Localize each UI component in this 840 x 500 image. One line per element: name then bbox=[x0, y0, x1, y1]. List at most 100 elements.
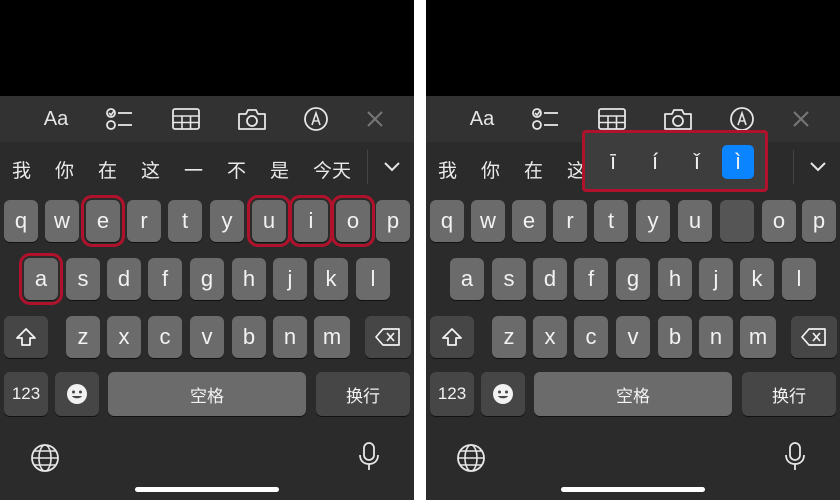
key-p[interactable]: p bbox=[376, 200, 410, 242]
shift-key[interactable] bbox=[4, 316, 48, 358]
globe-icon[interactable] bbox=[455, 442, 487, 474]
key-w[interactable]: w bbox=[471, 200, 505, 242]
candidate-word[interactable]: 是 bbox=[270, 156, 289, 183]
key-i-pressed[interactable] bbox=[720, 200, 754, 242]
key-z[interactable]: z bbox=[66, 316, 100, 358]
key-t[interactable]: t bbox=[594, 200, 628, 242]
markup-button[interactable] bbox=[298, 105, 334, 133]
key-t[interactable]: t bbox=[168, 200, 202, 242]
delete-key[interactable] bbox=[365, 316, 411, 358]
candidate-word[interactable]: 这 bbox=[141, 156, 160, 183]
camera-button[interactable] bbox=[660, 105, 696, 133]
space-key[interactable]: 空格 bbox=[108, 372, 306, 416]
key-j[interactable]: j bbox=[273, 258, 307, 300]
checklist-button[interactable] bbox=[528, 105, 564, 133]
key-d[interactable]: d bbox=[533, 258, 567, 300]
key-q[interactable]: q bbox=[4, 200, 38, 242]
return-key[interactable]: 换行 bbox=[316, 372, 410, 416]
tone-mark-popup: ī í ǐ ì bbox=[582, 130, 768, 192]
candidate-word[interactable]: 在 bbox=[98, 156, 117, 183]
key-v[interactable]: v bbox=[190, 316, 224, 358]
key-j[interactable]: j bbox=[699, 258, 733, 300]
table-button[interactable] bbox=[594, 105, 630, 133]
key-b[interactable]: b bbox=[658, 316, 692, 358]
key-x[interactable]: x bbox=[107, 316, 141, 358]
shift-key[interactable] bbox=[430, 316, 474, 358]
key-k[interactable]: k bbox=[740, 258, 774, 300]
key-s[interactable]: s bbox=[492, 258, 526, 300]
key-o[interactable]: o bbox=[331, 195, 375, 247]
candidate-word[interactable]: 在 bbox=[524, 156, 543, 183]
emoji-key[interactable] bbox=[55, 372, 99, 416]
camera-icon bbox=[664, 109, 692, 130]
candidate-word[interactable]: 我 bbox=[12, 156, 31, 183]
candidate-word[interactable]: 今天 bbox=[313, 156, 351, 183]
key-l[interactable]: l bbox=[356, 258, 390, 300]
text-format-button[interactable]: Aa bbox=[464, 105, 500, 133]
key-d[interactable]: d bbox=[107, 258, 141, 300]
tone-option-fourth-selected[interactable]: ì bbox=[722, 145, 754, 179]
candidate-word[interactable]: 你 bbox=[55, 156, 74, 183]
space-key[interactable]: 空格 bbox=[534, 372, 732, 416]
delete-key[interactable] bbox=[791, 316, 837, 358]
camera-button[interactable] bbox=[234, 105, 270, 133]
key-m[interactable]: m bbox=[740, 316, 776, 358]
key-o[interactable]: o bbox=[762, 200, 796, 242]
key-f[interactable]: f bbox=[148, 258, 182, 300]
key-v[interactable]: v bbox=[616, 316, 650, 358]
key-b[interactable]: b bbox=[232, 316, 266, 358]
key-y[interactable]: y bbox=[636, 200, 670, 242]
text-format-button[interactable]: Aa bbox=[38, 105, 74, 133]
tone-option-first[interactable]: ī bbox=[597, 145, 629, 179]
table-button[interactable] bbox=[168, 105, 204, 133]
key-z[interactable]: z bbox=[492, 316, 526, 358]
microphone-icon[interactable] bbox=[779, 440, 811, 472]
key-m[interactable]: m bbox=[314, 316, 350, 358]
key-n[interactable]: n bbox=[699, 316, 733, 358]
key-g[interactable]: g bbox=[190, 258, 224, 300]
close-toolbar-button[interactable] bbox=[783, 105, 819, 133]
microphone-icon[interactable] bbox=[353, 440, 385, 472]
key-u[interactable]: u bbox=[678, 200, 712, 242]
key-e[interactable]: e bbox=[512, 200, 546, 242]
chevron-down-icon[interactable] bbox=[806, 154, 830, 178]
candidate-word[interactable]: 你 bbox=[481, 156, 500, 183]
key-f[interactable]: f bbox=[574, 258, 608, 300]
globe-icon[interactable] bbox=[29, 442, 61, 474]
key-x[interactable]: x bbox=[533, 316, 567, 358]
tone-option-second[interactable]: í bbox=[639, 145, 671, 179]
key-k[interactable]: k bbox=[314, 258, 348, 300]
numbers-key[interactable]: 123 bbox=[4, 372, 48, 416]
candidate-word[interactable]: 我 bbox=[438, 156, 457, 183]
key-a[interactable]: a bbox=[450, 258, 484, 300]
close-toolbar-button[interactable] bbox=[357, 105, 393, 133]
key-h[interactable]: h bbox=[658, 258, 692, 300]
key-r[interactable]: r bbox=[127, 200, 161, 242]
key-l[interactable]: l bbox=[782, 258, 816, 300]
candidate-word[interactable]: 不 bbox=[227, 156, 246, 183]
key-a[interactable]: a bbox=[19, 253, 63, 305]
key-p[interactable]: p bbox=[802, 200, 836, 242]
checklist-button[interactable] bbox=[102, 105, 138, 133]
key-r[interactable]: r bbox=[553, 200, 587, 242]
emoji-key[interactable] bbox=[481, 372, 525, 416]
key-w[interactable]: w bbox=[45, 200, 79, 242]
key-i[interactable]: i bbox=[289, 195, 333, 247]
tone-option-third[interactable]: ǐ bbox=[681, 145, 713, 179]
numbers-key[interactable]: 123 bbox=[430, 372, 474, 416]
return-key[interactable]: 换行 bbox=[742, 372, 836, 416]
key-c[interactable]: c bbox=[574, 316, 608, 358]
markup-button[interactable] bbox=[724, 105, 760, 133]
key-q[interactable]: q bbox=[430, 200, 464, 242]
key-s[interactable]: s bbox=[66, 258, 100, 300]
key-y[interactable]: y bbox=[210, 200, 244, 242]
chevron-down-icon[interactable] bbox=[380, 154, 404, 178]
checklist-icon bbox=[532, 108, 558, 130]
key-n[interactable]: n bbox=[273, 316, 307, 358]
key-e[interactable]: e bbox=[81, 195, 125, 247]
key-g[interactable]: g bbox=[616, 258, 650, 300]
candidate-word[interactable]: 一 bbox=[184, 156, 203, 183]
key-h[interactable]: h bbox=[232, 258, 266, 300]
key-c[interactable]: c bbox=[148, 316, 182, 358]
key-u[interactable]: u bbox=[247, 195, 291, 247]
